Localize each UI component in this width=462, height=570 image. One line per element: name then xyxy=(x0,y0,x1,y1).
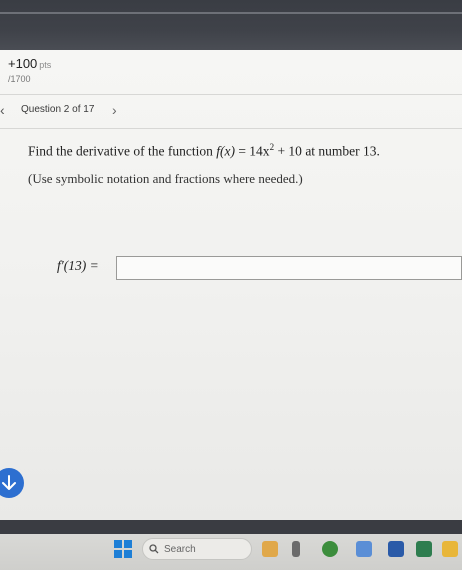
taskbar-app-icon[interactable] xyxy=(262,541,278,557)
score-value: +100 xyxy=(8,56,38,71)
answer-input[interactable] xyxy=(116,256,462,280)
answer-label-text: f′(13) = xyxy=(57,258,99,273)
score-display: +100 pts xyxy=(8,56,51,71)
score-total: /1700 xyxy=(8,74,31,84)
taskbar-app-icon[interactable] xyxy=(322,541,338,557)
question-counter: Question 2 of 17 xyxy=(21,104,95,115)
function-rest: + 10 xyxy=(274,143,302,159)
top-divider xyxy=(0,12,462,14)
quiz-page: +100 pts /1700 ‹ Question 2 of 17 › Find … xyxy=(0,50,462,520)
taskbar-search[interactable]: Search xyxy=(142,538,252,560)
arrow-down-icon xyxy=(2,475,16,490)
chevron-left-icon[interactable]: ‹ xyxy=(0,102,5,118)
taskbar-app-icon[interactable] xyxy=(388,541,404,557)
scroll-down-button[interactable] xyxy=(0,468,24,498)
search-label: Search xyxy=(164,543,196,555)
monitor-top-bar xyxy=(0,0,462,50)
score-unit: pts xyxy=(39,60,52,70)
question-prompt: Find the derivative of the function f(x)… xyxy=(28,142,380,160)
windows-icon[interactable] xyxy=(114,540,132,558)
question-hint: (Use symbolic notation and fractions whe… xyxy=(28,171,303,186)
chevron-right-icon[interactable]: › xyxy=(112,102,117,118)
monitor-bezel xyxy=(0,520,462,534)
taskbar-app-icon[interactable] xyxy=(416,541,432,557)
taskbar-app-icon[interactable] xyxy=(292,541,300,557)
taskbar-app-icon[interactable] xyxy=(442,541,458,557)
prompt-tail: at number 13. xyxy=(305,143,380,159)
divider xyxy=(0,128,462,129)
function-rhs: = 14x xyxy=(238,143,270,159)
taskbar-app-icon[interactable] xyxy=(356,541,372,557)
answer-label: f′(13) = xyxy=(57,258,99,274)
taskbar: Search xyxy=(0,534,462,570)
search-icon xyxy=(149,544,159,554)
prompt-text: Find the derivative of the function xyxy=(28,143,213,159)
function-lhs: f(x) xyxy=(216,143,235,159)
divider xyxy=(0,94,462,95)
